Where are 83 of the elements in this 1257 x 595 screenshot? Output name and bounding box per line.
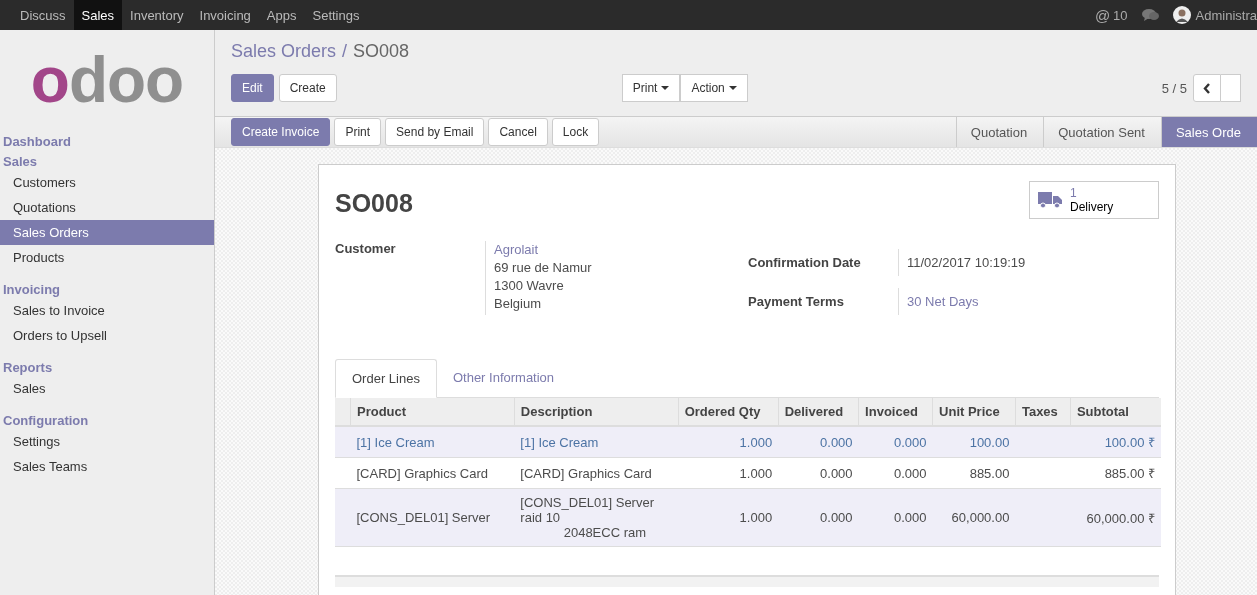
sidebar-item[interactable]: Customers	[0, 170, 214, 195]
table-cell: 0.000	[858, 488, 933, 547]
previous-button[interactable]	[1193, 74, 1221, 102]
pager-value: 5 / 5	[1161, 80, 1187, 96]
table-cell: 60,000.00 ₹	[1070, 488, 1161, 547]
table-cell: 0.000	[858, 457, 933, 489]
breadcrumb-item[interactable]: Sales Orders	[231, 41, 337, 62]
user-name[interactable]: Administra	[1195, 7, 1257, 23]
dropdown-button[interactable]: Print	[621, 74, 681, 102]
header-button[interactable]: Create Invoice	[231, 118, 331, 146]
dropdown-button[interactable]: Action	[680, 74, 748, 102]
address-line: 1300 Wavre	[494, 277, 565, 295]
table-cell: [CARD] Graphics Card	[514, 457, 679, 489]
sidebar-item[interactable]: Quotations	[0, 195, 214, 220]
header-button[interactable]: Lock	[551, 118, 600, 146]
column-header[interactable]: Ordered Qty	[678, 398, 779, 426]
create-button[interactable]: Create	[278, 74, 337, 102]
column-header[interactable]: Delivered	[778, 398, 859, 426]
table-cell: [1] Ice Cream	[350, 426, 515, 458]
column-header[interactable]: Taxes	[1015, 398, 1071, 426]
sidebar-item[interactable]: Sales Teams	[0, 454, 214, 479]
top-menu-item[interactable]: Discuss	[12, 0, 74, 30]
sidebar-item[interactable]: Sales to Invoice	[0, 298, 214, 323]
breadcrumb-item: SO008	[353, 41, 410, 62]
field-label: Payment Terms	[748, 293, 845, 311]
chevron-left-icon	[1203, 82, 1211, 94]
status-stage[interactable]: Quotation	[956, 117, 1045, 147]
field-label: Confirmation Date	[748, 254, 862, 272]
caret-icon	[661, 86, 670, 90]
table-cell: [CONS_DEL01] Server raid 10 2048ECC ram	[514, 488, 679, 547]
header-button[interactable]: Send by Email	[385, 118, 485, 146]
table-cell: 1.000	[678, 488, 779, 547]
notebook-tab[interactable]: Other Information	[436, 359, 571, 397]
table-cell: 885.00 ₹	[1070, 457, 1161, 489]
column-header[interactable]: Invoiced	[858, 398, 933, 426]
table-cell: 0.000	[858, 426, 933, 458]
header-button[interactable]: Print	[334, 118, 382, 146]
status-stage[interactable]: Quotation Sent	[1044, 117, 1162, 147]
top-menu-item[interactable]: Settings	[304, 0, 368, 30]
table-cell: 100.00	[932, 426, 1016, 458]
sidebar-item[interactable]: Products	[0, 245, 214, 270]
logo: odoo	[30, 43, 184, 118]
mentions-counter[interactable]: @ 10	[1094, 6, 1128, 24]
table-cell: [CONS_DEL01] Server	[350, 488, 515, 547]
table-cell: 1.000	[678, 457, 779, 489]
customer-link[interactable]: Agrolait	[494, 241, 592, 259]
field-value[interactable]: 30 Net Days	[907, 294, 979, 309]
address-line: Belgium	[494, 295, 542, 313]
sidebar-item[interactable]: Sales Orders	[0, 220, 214, 245]
sidebar-item[interactable]: Settings	[0, 429, 214, 454]
top-menu-item[interactable]: Invoicing	[191, 0, 259, 30]
column-header[interactable]: Unit Price	[932, 398, 1016, 426]
chat-icon[interactable]	[1141, 8, 1159, 22]
table-cell: [CARD] Graphics Card	[350, 457, 515, 489]
top-menu-item[interactable]: Inventory	[122, 0, 192, 30]
edit-button[interactable]: Edit	[231, 74, 274, 102]
table-cell: 0.000	[778, 457, 859, 489]
field-value: 11/02/2017 10:19:19	[907, 255, 1026, 270]
sidebar-item[interactable]: Sales	[0, 376, 214, 401]
table-cell: 0.000	[778, 426, 859, 458]
table-cell: [1] Ice Cream	[514, 426, 679, 458]
column-header[interactable]: Subtotal	[1070, 398, 1161, 426]
top-menu-item[interactable]: Apps	[258, 0, 305, 30]
order-title: SO008	[335, 189, 413, 219]
caret-icon	[728, 86, 737, 90]
table-cell: 1.000	[678, 426, 779, 458]
table-cell: 0.000	[778, 488, 859, 547]
status-stage[interactable]: Sales Orde	[1161, 117, 1257, 147]
header-button[interactable]: Cancel	[488, 118, 548, 146]
truck-icon	[1038, 191, 1062, 209]
delivery-smart-button[interactable]: 1 Delivery	[1029, 181, 1159, 219]
sidebar-item[interactable]: Orders to Upsell	[0, 323, 214, 348]
breadcrumb-separator: /	[342, 41, 348, 62]
column-header[interactable]: Product	[350, 398, 515, 426]
avatar-icon[interactable]	[1172, 6, 1191, 24]
column-header[interactable]: Description	[514, 398, 679, 426]
top-menu-item[interactable]: Sales	[73, 0, 123, 30]
field-label: Customer	[335, 241, 397, 258]
address-line: 69 rue de Namur	[494, 259, 592, 277]
table-cell: 885.00	[932, 457, 1016, 489]
table-cell: 100.00 ₹	[1070, 426, 1161, 458]
table-cell: 60,000.00	[932, 488, 1016, 547]
notebook-tab[interactable]: Order Lines	[335, 359, 437, 398]
